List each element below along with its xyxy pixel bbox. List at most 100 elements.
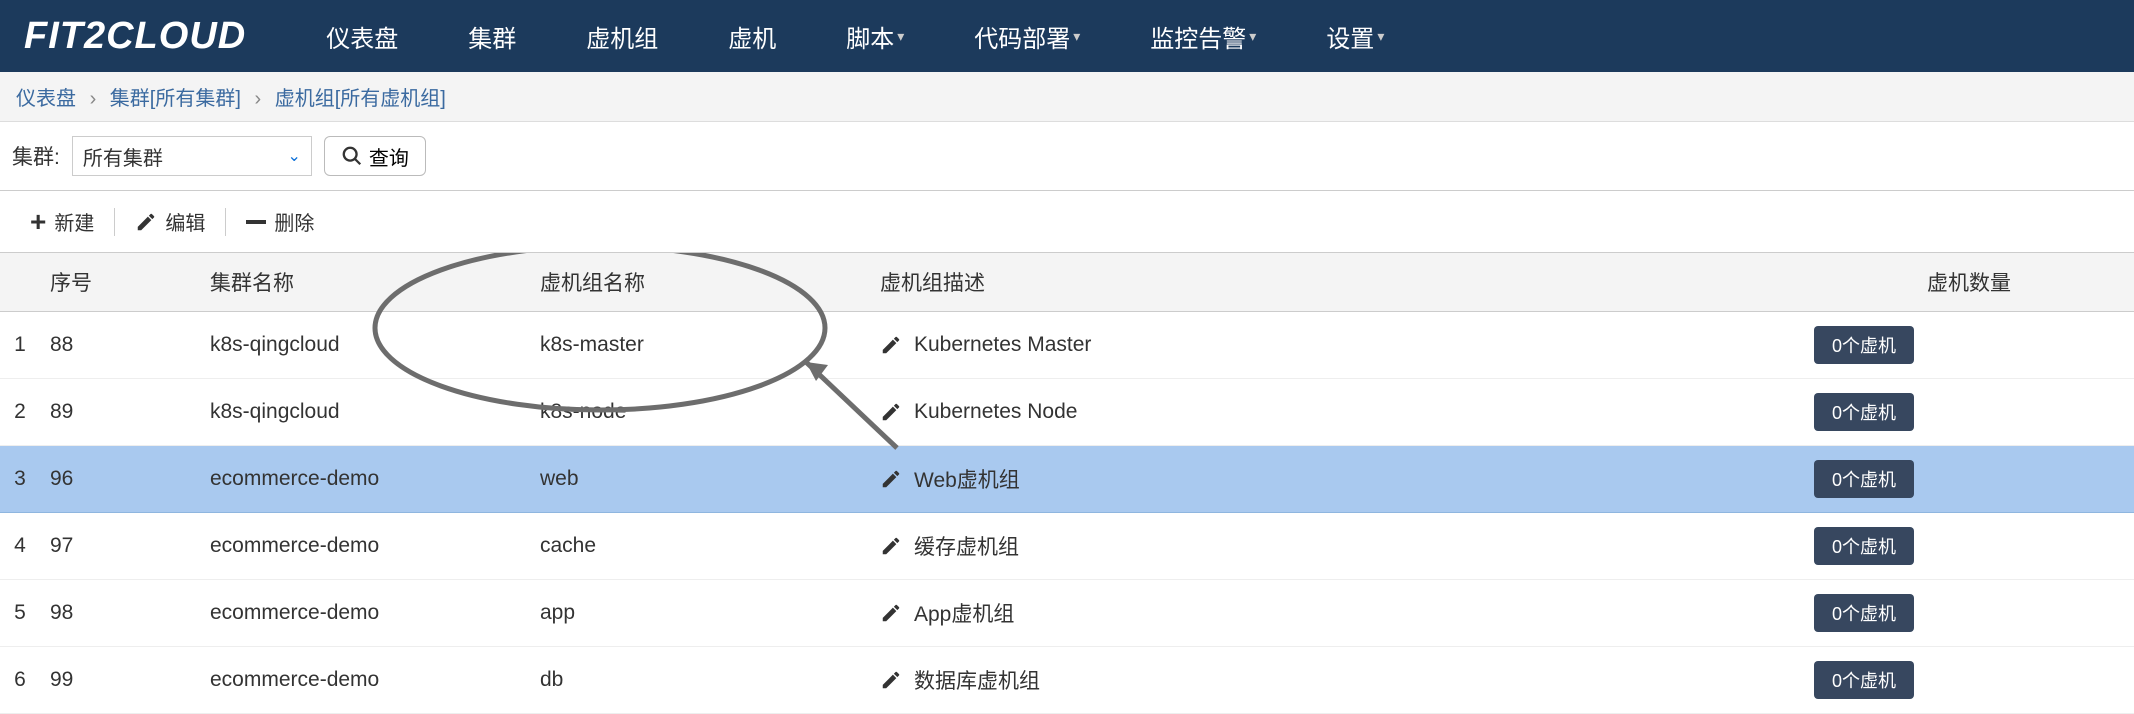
chevron-down-icon: ⌄	[287, 146, 300, 166]
cell-cluster: ecommerce-demo	[200, 446, 530, 513]
cell-seq: 97	[40, 513, 200, 580]
cell-vmgroup: k8s-node	[530, 379, 870, 446]
pencil-icon	[135, 211, 157, 233]
breadcrumb-sep: ›	[254, 88, 261, 110]
cell-count: 0个虚机	[1804, 312, 2134, 379]
nav-items: 仪表盘 集群 虚机组 虚机 脚本▾ 代码部署▾ 监控告警▾ 设置▾	[326, 19, 1384, 54]
navbar: FIT2CLOUD 仪表盘 集群 虚机组 虚机 脚本▾ 代码部署▾ 监控告警▾ …	[0, 0, 2134, 72]
cell-cluster: ecommerce-demo	[200, 647, 530, 714]
vm-count-badge[interactable]: 0个虚机	[1814, 393, 1914, 431]
cell-vmgroup: db	[530, 647, 870, 714]
table-row[interactable]: 3 96 ecommerce-demo web Web虚机组 0个虚机	[0, 446, 2134, 513]
separator	[225, 208, 226, 236]
brand-logo: FIT2CLOUD	[24, 15, 246, 58]
breadcrumb-sep: ›	[90, 88, 97, 110]
table-row[interactable]: 1 88 k8s-qingcloud k8s-master Kubernetes…	[0, 312, 2134, 379]
nav-script[interactable]: 脚本▾	[846, 19, 904, 54]
new-button[interactable]: + 新建	[16, 201, 108, 242]
desc-text: Kubernetes Master	[914, 333, 1091, 357]
nav-dashboard[interactable]: 仪表盘	[326, 19, 398, 54]
pencil-icon[interactable]	[880, 602, 902, 624]
row-index: 6	[0, 647, 40, 714]
breadcrumb-dashboard[interactable]: 仪表盘	[16, 88, 76, 110]
table-row[interactable]: 6 99 ecommerce-demo db 数据库虚机组 0个虚机	[0, 647, 2134, 714]
row-index: 2	[0, 379, 40, 446]
cell-desc: 缓存虚机组	[870, 513, 1804, 580]
cell-cluster: ecommerce-demo	[200, 513, 530, 580]
cell-desc: 数据库虚机组	[870, 647, 1804, 714]
desc-text: Web虚机组	[914, 464, 1020, 494]
nav-alert[interactable]: 监控告警▾	[1150, 19, 1256, 54]
breadcrumb-vmgroup[interactable]: 虚机组[所有虚机组]	[275, 88, 446, 110]
col-header-desc[interactable]: 虚机组描述	[870, 253, 1804, 312]
pencil-icon[interactable]	[880, 669, 902, 691]
cell-seq: 99	[40, 647, 200, 714]
filter-label: 集群:	[12, 141, 60, 171]
separator	[114, 208, 115, 236]
cell-vmgroup: app	[530, 580, 870, 647]
desc-text: 缓存虚机组	[914, 531, 1019, 561]
chevron-down-icon: ▾	[897, 28, 904, 45]
cluster-dropdown[interactable]: 所有集群 ⌄	[72, 136, 312, 176]
cell-seq: 89	[40, 379, 200, 446]
search-icon	[341, 145, 363, 167]
dropdown-value: 所有集群	[83, 142, 288, 171]
breadcrumb-cluster[interactable]: 集群[所有集群]	[110, 88, 241, 110]
cell-desc: Kubernetes Node	[870, 379, 1804, 446]
cell-desc: App虚机组	[870, 580, 1804, 647]
cell-cluster: k8s-qingcloud	[200, 312, 530, 379]
col-header-seq[interactable]: 序号	[40, 253, 200, 312]
desc-text: App虚机组	[914, 598, 1014, 628]
vmgroup-table: 序号 集群名称 虚机组名称 虚机组描述 虚机数量 1 88 k8s-qingcl…	[0, 253, 2134, 714]
delete-button[interactable]: 删除	[232, 201, 328, 242]
vm-count-badge[interactable]: 0个虚机	[1814, 527, 1914, 565]
pencil-icon[interactable]	[880, 535, 902, 557]
cell-cluster: k8s-qingcloud	[200, 379, 530, 446]
cell-vmgroup: cache	[530, 513, 870, 580]
nav-cluster[interactable]: 集群	[468, 19, 516, 54]
vm-count-badge[interactable]: 0个虚机	[1814, 661, 1914, 699]
col-header-vmgroup[interactable]: 虚机组名称	[530, 253, 870, 312]
row-index: 3	[0, 446, 40, 513]
cell-seq: 88	[40, 312, 200, 379]
table-row[interactable]: 4 97 ecommerce-demo cache 缓存虚机组 0个虚机	[0, 513, 2134, 580]
chevron-down-icon: ▾	[1073, 28, 1080, 45]
pencil-icon[interactable]	[880, 334, 902, 356]
toolbar: + 新建 编辑 删除	[0, 191, 2134, 253]
row-index: 4	[0, 513, 40, 580]
nav-vmgroup[interactable]: 虚机组	[586, 19, 658, 54]
table-row[interactable]: 5 98 ecommerce-demo app App虚机组 0个虚机	[0, 580, 2134, 647]
cell-vmgroup: k8s-master	[530, 312, 870, 379]
col-header-count[interactable]: 虚机数量	[1804, 253, 2134, 312]
cell-count: 0个虚机	[1804, 446, 2134, 513]
cell-vmgroup: web	[530, 446, 870, 513]
row-index: 5	[0, 580, 40, 647]
cell-count: 0个虚机	[1804, 647, 2134, 714]
chevron-down-icon: ▾	[1377, 28, 1384, 45]
table-row[interactable]: 2 89 k8s-qingcloud k8s-node Kubernetes N…	[0, 379, 2134, 446]
plus-icon: +	[30, 208, 46, 236]
edit-button[interactable]: 编辑	[121, 201, 219, 242]
cell-seq: 98	[40, 580, 200, 647]
vm-count-badge[interactable]: 0个虚机	[1814, 594, 1914, 632]
pencil-icon[interactable]	[880, 401, 902, 423]
desc-text: 数据库虚机组	[914, 665, 1040, 695]
nav-vm[interactable]: 虚机	[728, 19, 776, 54]
nav-deploy[interactable]: 代码部署▾	[974, 19, 1080, 54]
cell-count: 0个虚机	[1804, 513, 2134, 580]
cell-desc: Web虚机组	[870, 446, 1804, 513]
minus-icon	[246, 220, 266, 224]
col-header-cluster[interactable]: 集群名称	[200, 253, 530, 312]
breadcrumb: 仪表盘 › 集群[所有集群] › 虚机组[所有虚机组]	[0, 72, 2134, 122]
chevron-down-icon: ▾	[1249, 28, 1256, 45]
vm-count-badge[interactable]: 0个虚机	[1814, 326, 1914, 364]
search-button[interactable]: 查询	[324, 136, 426, 176]
cell-count: 0个虚机	[1804, 379, 2134, 446]
pencil-icon[interactable]	[880, 468, 902, 490]
cell-seq: 96	[40, 446, 200, 513]
nav-settings[interactable]: 设置▾	[1326, 19, 1384, 54]
col-header-idx	[0, 253, 40, 312]
cell-cluster: ecommerce-demo	[200, 580, 530, 647]
row-index: 1	[0, 312, 40, 379]
vm-count-badge[interactable]: 0个虚机	[1814, 460, 1914, 498]
